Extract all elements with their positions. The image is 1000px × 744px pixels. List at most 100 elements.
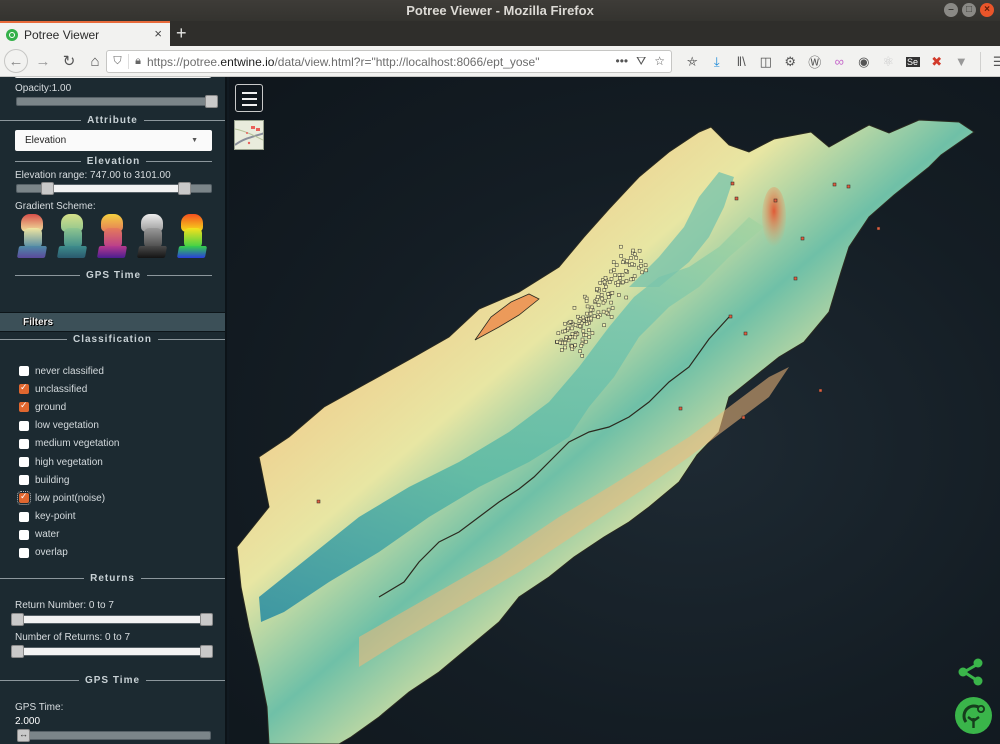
tab-close-icon[interactable]: × [154,26,162,41]
classification-checkbox[interactable] [17,491,31,506]
close-window-button[interactable]: × [980,3,994,17]
gradient-preview-body [24,228,42,248]
attribute-select[interactable]: Elevation ▼ [15,130,212,151]
point-marker [629,256,633,260]
tab-potree-viewer[interactable]: Potree Viewer × [0,21,170,46]
gradient-scheme-yellow-green[interactable] [56,214,88,262]
classification-checkbox[interactable] [19,529,29,540]
extension-react-icon[interactable]: ⚛ [876,54,901,70]
reader-save-icon[interactable]: ⛤ [680,54,705,70]
elevation-min-thumb[interactable] [41,182,54,195]
classification-checkbox[interactable] [19,457,29,468]
url-text[interactable]: https://potree.entwine.io/data/view.html… [147,55,616,69]
classification-checkbox[interactable] [19,366,29,377]
point-marker [563,321,567,326]
potree-logo[interactable] [955,697,992,734]
classification-checkbox[interactable] [19,420,29,431]
point-marker [741,415,746,420]
point-marker [566,326,570,331]
extension-v-icon[interactable]: ▼ [949,54,974,69]
download-icon[interactable]: ⤓ [705,54,730,70]
share-icon[interactable] [956,657,986,687]
classification-item[interactable]: unclassified [19,380,120,398]
classification-item[interactable]: low vegetation [19,417,120,435]
gradient-scheme-spectral[interactable] [16,214,48,262]
classification-item[interactable]: low point(noise) [17,489,120,507]
maximize-button[interactable]: □ [962,3,976,17]
classification-checkbox[interactable] [19,511,29,522]
divider [0,119,82,121]
classification-item[interactable]: building [19,471,120,489]
classification-item[interactable]: ground [19,398,120,416]
toolbar-extensions: ⛤ ⤓ ‖\ ◫ ⚙ Ⓦ ∞ ◉ ⚛ Se ✖ ▼ ☰ [680,50,1000,73]
divider [146,160,212,162]
gradient-preview-base [136,246,168,258]
point-cloud-viewer[interactable] [229,77,1000,744]
tracking-shield-icon[interactable]: ⛉ [107,54,129,69]
classification-checkbox[interactable] [19,475,29,486]
classification-checkbox[interactable] [19,438,29,449]
classification-item[interactable]: high vegetation [19,453,120,471]
number-of-returns-max-thumb[interactable] [200,645,213,658]
url-bar[interactable]: ⛉ 🔒︎ https://potree.entwine.io/data/view… [106,50,672,73]
gps-time-slider[interactable] [17,729,211,742]
extension-w-icon[interactable]: Ⓦ [803,52,828,71]
return-number-slider[interactable] [11,613,213,626]
extension-glasses-icon[interactable]: ∞ [827,54,852,69]
point-marker [601,309,606,314]
sidebar-icon[interactable]: ◫ [754,54,779,70]
classification-item[interactable]: never classified [19,362,120,380]
classification-checkbox[interactable] [19,547,29,558]
account-icon[interactable]: ◉ [852,54,877,70]
point-marker [581,315,585,320]
extension-gear-icon[interactable]: ⚙ [778,54,803,70]
point-marker [620,273,625,277]
menu-icon[interactable]: ☰ [987,54,1000,70]
home-button[interactable]: ⌂ [84,50,106,72]
sidebar-toggle-button[interactable] [235,84,263,112]
elevation-max-thumb[interactable] [178,182,191,195]
point-marker [640,270,644,275]
reload-button[interactable]: ↻ [58,50,80,72]
map-thumbnail-button[interactable] [234,120,264,150]
returns-header: Returns [0,572,225,584]
pocket-icon[interactable]: ⛛ [636,54,646,69]
back-button[interactable]: ← [4,49,28,73]
elevation-range-slider[interactable] [16,182,212,195]
return-number-min-thumb[interactable] [11,613,24,626]
gradient-scheme-grayscale[interactable] [136,214,168,262]
extension-x-icon[interactable]: ✖ [925,54,950,70]
point-marker [621,260,625,265]
return-number-max-thumb[interactable] [200,613,213,626]
minimize-button[interactable]: – [944,3,958,17]
opacity-slider-thumb[interactable] [205,95,218,108]
point-marker [631,248,635,253]
point-marker [773,198,778,203]
bookmark-star-icon[interactable]: ☆ [654,54,665,69]
classification-item[interactable]: overlap [19,544,120,562]
terrain-point-cloud[interactable] [229,77,1000,744]
opacity-slider[interactable] [16,95,218,108]
new-tab-button[interactable]: + [176,21,187,46]
page-actions-icon[interactable]: ••• [616,54,629,69]
gradient-scheme-rainbow[interactable] [176,214,208,262]
classification-item[interactable]: key-point [19,508,120,526]
point-marker [616,280,621,285]
classification-item[interactable]: medium vegetation [19,435,120,453]
point-marker [634,256,638,260]
number-of-returns-slider[interactable] [11,645,213,658]
extension-se-icon[interactable]: Se [905,56,920,67]
number-of-returns-min-thumb[interactable] [11,645,24,658]
classification-checkbox[interactable] [19,382,29,395]
classification-label: key-point [35,511,76,523]
lock-icon[interactable]: 🔒︎ [129,55,147,68]
point-marker [624,295,629,300]
forward-button[interactable]: → [32,50,54,72]
url-actions: ••• ⛛ ☆ [616,54,671,69]
library-icon[interactable]: ‖\ [729,54,754,69]
classification-item[interactable]: water [19,526,120,544]
filters-section-header[interactable]: Filters [0,312,225,332]
classification-checkbox[interactable] [19,400,29,413]
gradient-scheme-plasma[interactable] [96,214,128,262]
gps-time-slider-thumb[interactable] [17,729,30,742]
